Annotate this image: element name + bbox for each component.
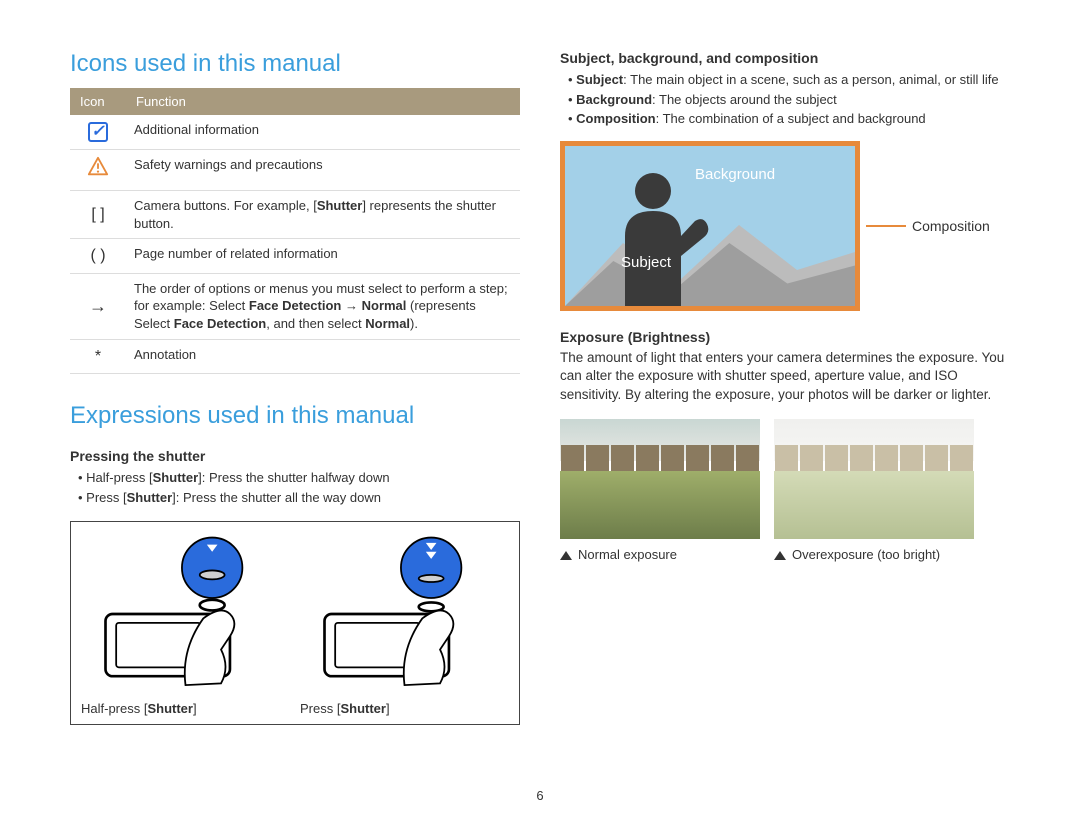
asterisk-icon: *: [70, 339, 126, 374]
composition-connector: [866, 225, 906, 227]
table-row: [ ] Camera buttons. For example, [Shutte…: [70, 191, 520, 239]
subject-label: Subject: [621, 254, 671, 271]
table-row: → The order of options or menus you must…: [70, 273, 520, 339]
th-function: Function: [126, 88, 520, 115]
th-icon: Icon: [70, 88, 126, 115]
cell-function: Additional information: [126, 115, 520, 149]
info-icon: ✓: [88, 122, 108, 142]
exposure-photos: [560, 419, 1010, 539]
triangle-up-icon: [774, 551, 786, 560]
shutter-bullets: Half-press [Shutter]: Press the shutter …: [70, 468, 520, 507]
caption-overexposure: Overexposure (too bright): [774, 547, 974, 562]
left-column: Icons used in this manual Icon Function …: [70, 50, 520, 725]
list-item: Subject: The main object in a scene, suc…: [568, 70, 1010, 90]
sbc-list: Subject: The main object in a scene, suc…: [560, 70, 1010, 129]
table-row: Safety warnings and precautions: [70, 149, 520, 191]
warning-icon: [87, 156, 109, 178]
cell-function: Safety warnings and precautions: [126, 149, 520, 191]
cell-function: Annotation: [126, 339, 520, 374]
brackets-icon: [ ]: [70, 191, 126, 239]
sbc-heading: Subject, background, and composition: [560, 50, 1010, 66]
pressing-shutter-heading: Pressing the shutter: [70, 448, 520, 464]
shutter-diagram-block: Half-press [Shutter] Press [Shutter]: [70, 521, 520, 725]
person-silhouette: [595, 166, 725, 306]
section-title-icons: Icons used in this manual: [70, 50, 520, 78]
right-column: Subject, background, and composition Sub…: [560, 50, 1010, 725]
table-row: * Annotation: [70, 339, 520, 374]
list-item: Press [Shutter]: Press the shutter all t…: [78, 488, 520, 508]
exposure-paragraph: The amount of light that enters your cam…: [560, 349, 1010, 406]
page-number: 6: [0, 788, 1080, 803]
composition-label: Composition: [912, 218, 990, 234]
caption-normal: Normal exposure: [560, 547, 760, 562]
camera-half-press-illustration: [81, 534, 290, 694]
cell-function: Camera buttons. For example, [Shutter] r…: [126, 191, 520, 239]
parens-icon: ( ): [70, 239, 126, 274]
shutter-caption: Half-press [Shutter]: [81, 701, 290, 716]
exposure-captions: Normal exposure Overexposure (too bright…: [560, 547, 1010, 562]
shutter-diagram-half: Half-press [Shutter]: [81, 534, 290, 716]
composition-diagram: Background Subject Composition: [560, 141, 1010, 311]
triangle-up-icon: [560, 551, 572, 560]
cell-function: The order of options or menus you must s…: [126, 273, 520, 339]
list-item: Half-press [Shutter]: Press the shutter …: [78, 468, 520, 488]
list-item: Composition: The combination of a subjec…: [568, 109, 1010, 129]
list-item: Background: The objects around the subje…: [568, 90, 1010, 110]
cell-function: Page number of related information: [126, 239, 520, 274]
shutter-caption: Press [Shutter]: [300, 701, 509, 716]
exposure-heading: Exposure (Brightness): [560, 329, 1010, 345]
background-label: Background: [695, 166, 775, 183]
composition-frame: Background Subject: [560, 141, 860, 311]
photo-normal-exposure: [560, 419, 760, 539]
table-row: ( ) Page number of related information: [70, 239, 520, 274]
table-row: ✓ Additional information: [70, 115, 520, 149]
camera-full-press-illustration: [300, 534, 509, 694]
arrow-icon: →: [89, 296, 107, 316]
icons-table: Icon Function ✓ Additional information: [70, 88, 520, 374]
section-title-expressions: Expressions used in this manual: [70, 402, 520, 430]
shutter-diagram-full: Press [Shutter]: [300, 534, 509, 716]
photo-overexposure: [774, 419, 974, 539]
